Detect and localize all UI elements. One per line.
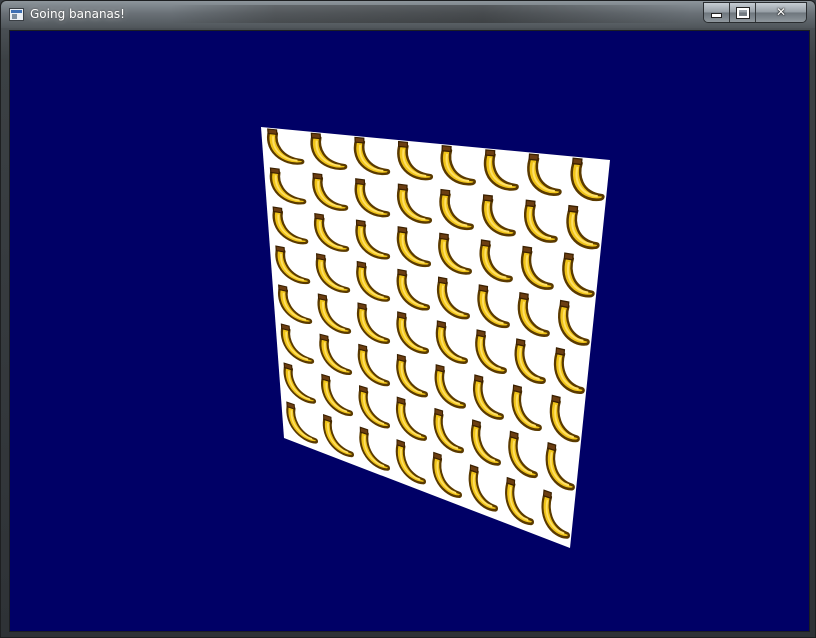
title-bar[interactable]: Going bananas! ✕ <box>1 1 815 28</box>
caption-buttons: ✕ <box>703 2 807 23</box>
maximize-icon <box>735 6 750 19</box>
close-button[interactable]: ✕ <box>756 3 806 22</box>
scene-canvas <box>261 127 610 548</box>
maximize-button[interactable] <box>730 3 756 22</box>
minimize-button[interactable] <box>704 3 730 22</box>
window-title: Going bananas! <box>30 7 125 21</box>
minimize-icon <box>711 13 722 18</box>
titlebar-glass <box>171 5 691 23</box>
close-icon: ✕ <box>775 5 787 19</box>
render-viewport[interactable] <box>9 30 810 632</box>
app-window: Going bananas! ✕ <box>0 0 816 638</box>
app-window-icon[interactable] <box>9 8 24 21</box>
